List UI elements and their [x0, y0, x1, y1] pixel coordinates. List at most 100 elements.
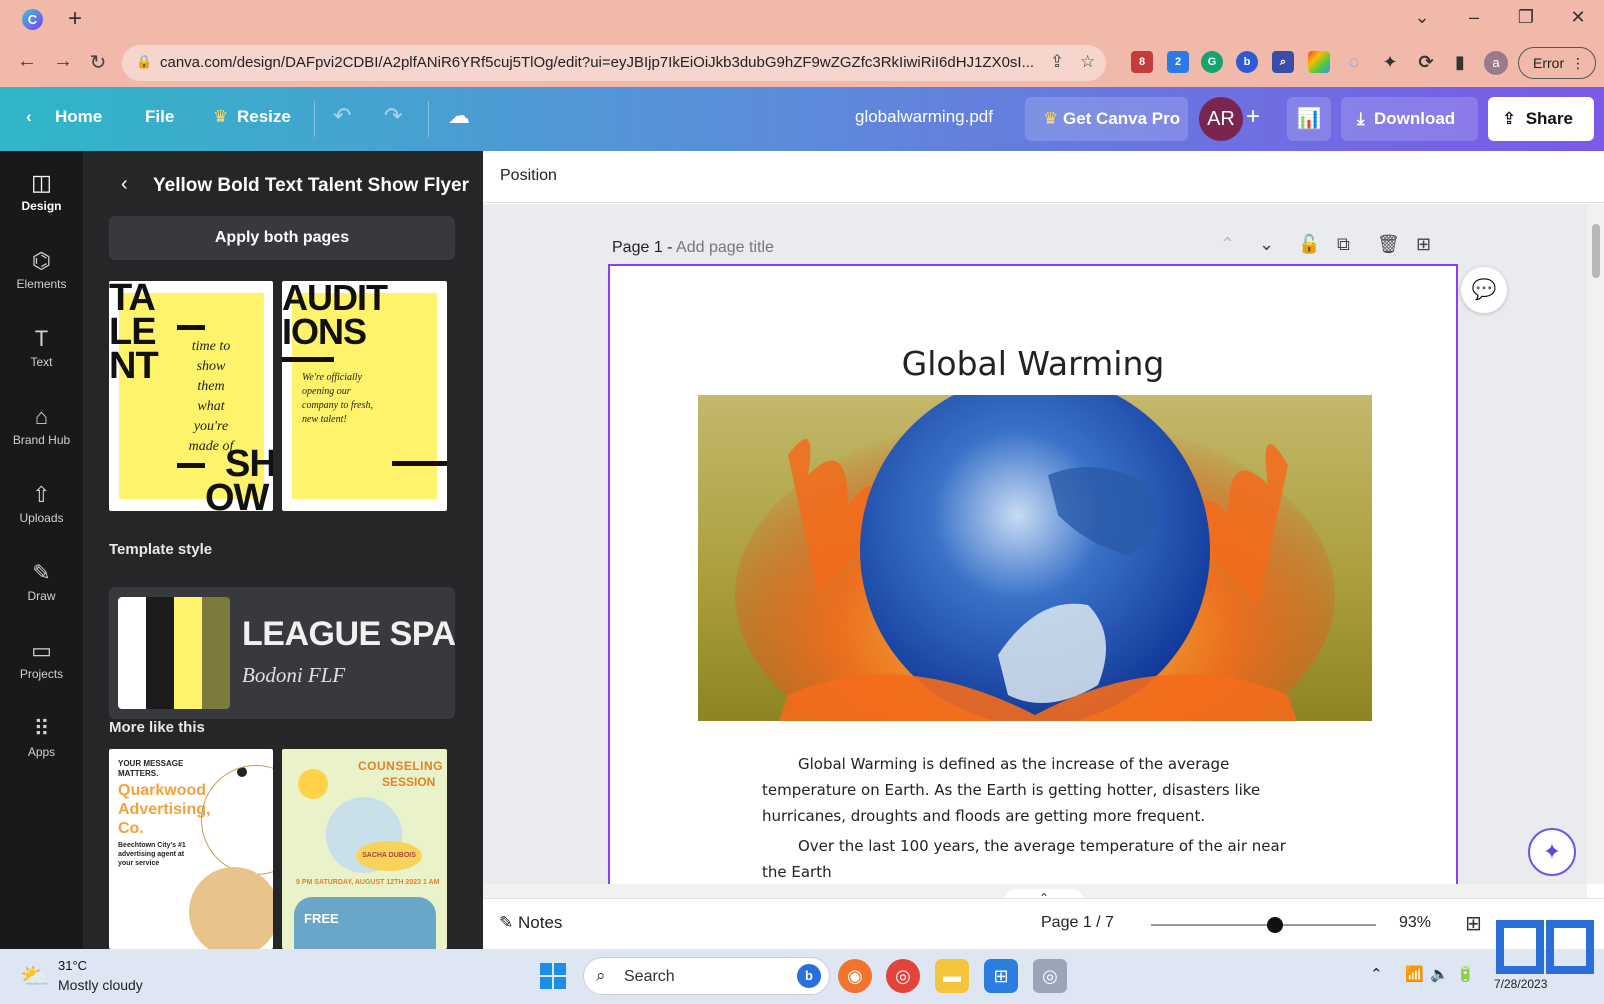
template-thumbnail-counseling[interactable]: COUNSELING SESSION SACHA DUBOIS 9 PM SAT… — [282, 749, 447, 949]
bookmark-star-icon[interactable]: ☆ — [1080, 52, 1095, 72]
notes-button[interactable]: ✎ Notes — [499, 913, 562, 933]
extension-badge-icon[interactable]: 2 — [1167, 51, 1189, 73]
minimize-icon[interactable]: – — [1459, 7, 1489, 28]
resize-button[interactable]: Resize — [237, 107, 291, 127]
bing-icon[interactable]: b — [797, 964, 821, 988]
apply-both-pages-button[interactable]: Apply both pages — [109, 216, 455, 260]
duplicate-page-icon[interactable]: ⧉ — [1337, 234, 1350, 255]
chrome-profile-app-icon[interactable]: ◎ — [1033, 959, 1067, 993]
grid-view-icon[interactable]: ⊞ — [1465, 911, 1482, 936]
zoom-slider[interactable] — [1151, 917, 1376, 933]
rail-item-uploads[interactable]: ⇧ Uploads — [0, 481, 83, 525]
url-text[interactable]: canva.com/design/DAFpvi2CDBI/A2plfANiR6Y… — [160, 54, 1040, 71]
weather-temperature[interactable]: 31°C — [58, 958, 87, 973]
windows-start-icon[interactable] — [540, 963, 566, 989]
chevron-down-icon[interactable]: ⌄ — [1259, 234, 1274, 255]
add-comment-icon[interactable]: 💬 — [1461, 267, 1507, 313]
document-title[interactable]: Global Warming — [610, 344, 1456, 383]
vertical-scrollbar[interactable] — [1587, 204, 1604, 884]
battery-icon[interactable]: 🔋 — [1456, 965, 1475, 983]
file-menu-button[interactable]: File — [145, 107, 174, 127]
global-warming-image[interactable] — [698, 395, 1372, 721]
extension-grammarly-icon[interactable]: G — [1201, 51, 1223, 73]
new-tab-button[interactable]: + — [68, 6, 82, 32]
rail-item-design[interactable]: ◫ Design — [0, 169, 83, 213]
rail-item-text[interactable]: T Text — [0, 325, 83, 369]
rail-item-brand-hub[interactable]: ⌂ Brand Hub — [0, 403, 83, 447]
rail-item-projects[interactable]: ▭ Projects — [0, 637, 83, 681]
extensions-puzzle-icon[interactable]: ✦ — [1379, 51, 1401, 73]
download-button[interactable]: ⤓ Download — [1341, 97, 1478, 141]
extension-loader-icon[interactable]: ◌ — [1343, 51, 1365, 73]
cloudy-weather-icon[interactable]: ⛅ — [20, 962, 50, 991]
home-button[interactable]: Home — [55, 107, 102, 127]
script-line: opening our — [302, 386, 351, 397]
add-page-icon[interactable]: ⊞ — [1416, 234, 1431, 255]
rail-item-apps[interactable]: ⠿ Apps — [0, 715, 83, 759]
analytics-chart-icon[interactable]: 📊 — [1287, 97, 1331, 141]
document-name[interactable]: globalwarming.pdf — [855, 107, 993, 127]
tab-search-icon[interactable]: ⌄ — [1407, 7, 1437, 28]
forward-icon[interactable]: → — [50, 50, 76, 73]
chevron-left-icon[interactable]: ‹ — [26, 107, 32, 127]
extension-b-icon[interactable]: b — [1236, 51, 1258, 73]
file-explorer-icon[interactable]: ▬ — [935, 959, 969, 993]
restore-icon[interactable]: ❐ — [1511, 7, 1541, 28]
template-thumbnail-talent[interactable]: TA LE NT time to show them what you're m… — [109, 281, 273, 511]
microsoft-store-icon[interactable]: ⊞ — [984, 959, 1018, 993]
rail-label: Projects — [19, 667, 64, 681]
browser-error-button[interactable]: Error ⋮ — [1518, 47, 1596, 79]
performance-icon[interactable]: ⟳ — [1415, 51, 1437, 73]
delete-page-icon[interactable]: 🗑 — [1377, 234, 1400, 255]
share-label: Share — [1525, 109, 1573, 128]
side-panel-icon[interactable]: ▮ — [1449, 51, 1471, 73]
share-page-icon[interactable]: ⇪ — [1050, 52, 1064, 72]
wifi-icon[interactable]: 📶 — [1405, 965, 1424, 983]
template-thumbnail-quarkwood[interactable]: YOUR MESSAGE MATTERS. Quarkwood Advertis… — [109, 749, 273, 949]
zoom-value[interactable]: 93% — [1399, 914, 1431, 932]
template-style-card[interactable]: LEAGUE SPAR Bodoni FLF — [109, 587, 455, 719]
page-title-input[interactable]: Add page title — [676, 239, 774, 256]
back-icon[interactable]: ← — [14, 50, 40, 73]
zoom-slider-handle[interactable] — [1266, 917, 1283, 933]
chrome-icon[interactable]: ◎ — [886, 959, 920, 993]
scrollbar-thumb[interactable] — [1592, 224, 1600, 278]
taskbar-search[interactable]: ⌕ Search b — [583, 957, 830, 995]
firefox-icon[interactable]: ◉ — [838, 959, 872, 993]
get-canva-pro-button[interactable]: ♛ Get Canva Pro — [1025, 97, 1188, 141]
address-bar[interactable]: 🔒 canva.com/design/DAFpvi2CDBI/A2plfANiR… — [122, 45, 1106, 81]
download-icon: ⤓ — [1357, 109, 1365, 128]
kebab-menu-icon[interactable]: ⋮ — [1571, 48, 1585, 78]
primary-font-sample: LEAGUE SPAR — [242, 615, 455, 653]
extension-ublock-icon[interactable]: 8 — [1131, 51, 1153, 73]
magic-sparkle-icon[interactable]: ✦ — [1528, 828, 1576, 876]
body-paragraph[interactable]: Over the last 100 years, the average tem… — [762, 833, 1312, 884]
lock-icon[interactable]: 🔓 — [1298, 234, 1320, 255]
rail-item-elements[interactable]: ⌬ Elements — [0, 247, 83, 291]
position-button[interactable]: Position — [500, 167, 557, 185]
undo-icon[interactable]: ↶ — [333, 103, 351, 129]
page-count[interactable]: Page 1 / 7 — [1041, 914, 1114, 932]
share-button[interactable]: ⇪ Share — [1488, 97, 1594, 141]
invite-plus-icon[interactable]: + — [1246, 103, 1260, 131]
thumb-title: COUNSELING — [358, 759, 444, 773]
close-window-icon[interactable]: ✕ — [1563, 7, 1593, 28]
tray-chevron-up-icon[interactable]: ⌃ — [1370, 965, 1383, 983]
script-line: what — [197, 399, 225, 414]
weather-description[interactable]: Mostly cloudy — [58, 977, 143, 993]
extension-color-icon[interactable] — [1308, 51, 1330, 73]
chevron-up-icon[interactable]: ⌃ — [1220, 234, 1235, 255]
rail-item-draw[interactable]: ✎ Draw — [0, 559, 83, 603]
cloud-saved-icon[interactable]: ☁ — [448, 103, 470, 129]
template-thumbnail-auditions[interactable]: AUDIT IONS We're officially opening our … — [282, 281, 447, 511]
redo-icon[interactable]: ↷ — [384, 103, 402, 129]
canva-favicon-icon[interactable]: C — [22, 9, 43, 30]
volume-icon[interactable]: 🔈 — [1430, 965, 1449, 983]
browser-profile-avatar[interactable]: a — [1484, 51, 1508, 75]
reload-icon[interactable]: ↻ — [85, 50, 111, 75]
chevron-left-icon[interactable]: ‹ — [121, 173, 128, 196]
extension-search-icon[interactable]: ⌕ — [1272, 51, 1294, 73]
user-avatar[interactable]: AR — [1199, 97, 1243, 141]
design-page[interactable]: Global Warming Global Warming is defined… — [608, 264, 1458, 884]
body-paragraph[interactable]: Global Warming is defined as the increas… — [762, 751, 1312, 829]
